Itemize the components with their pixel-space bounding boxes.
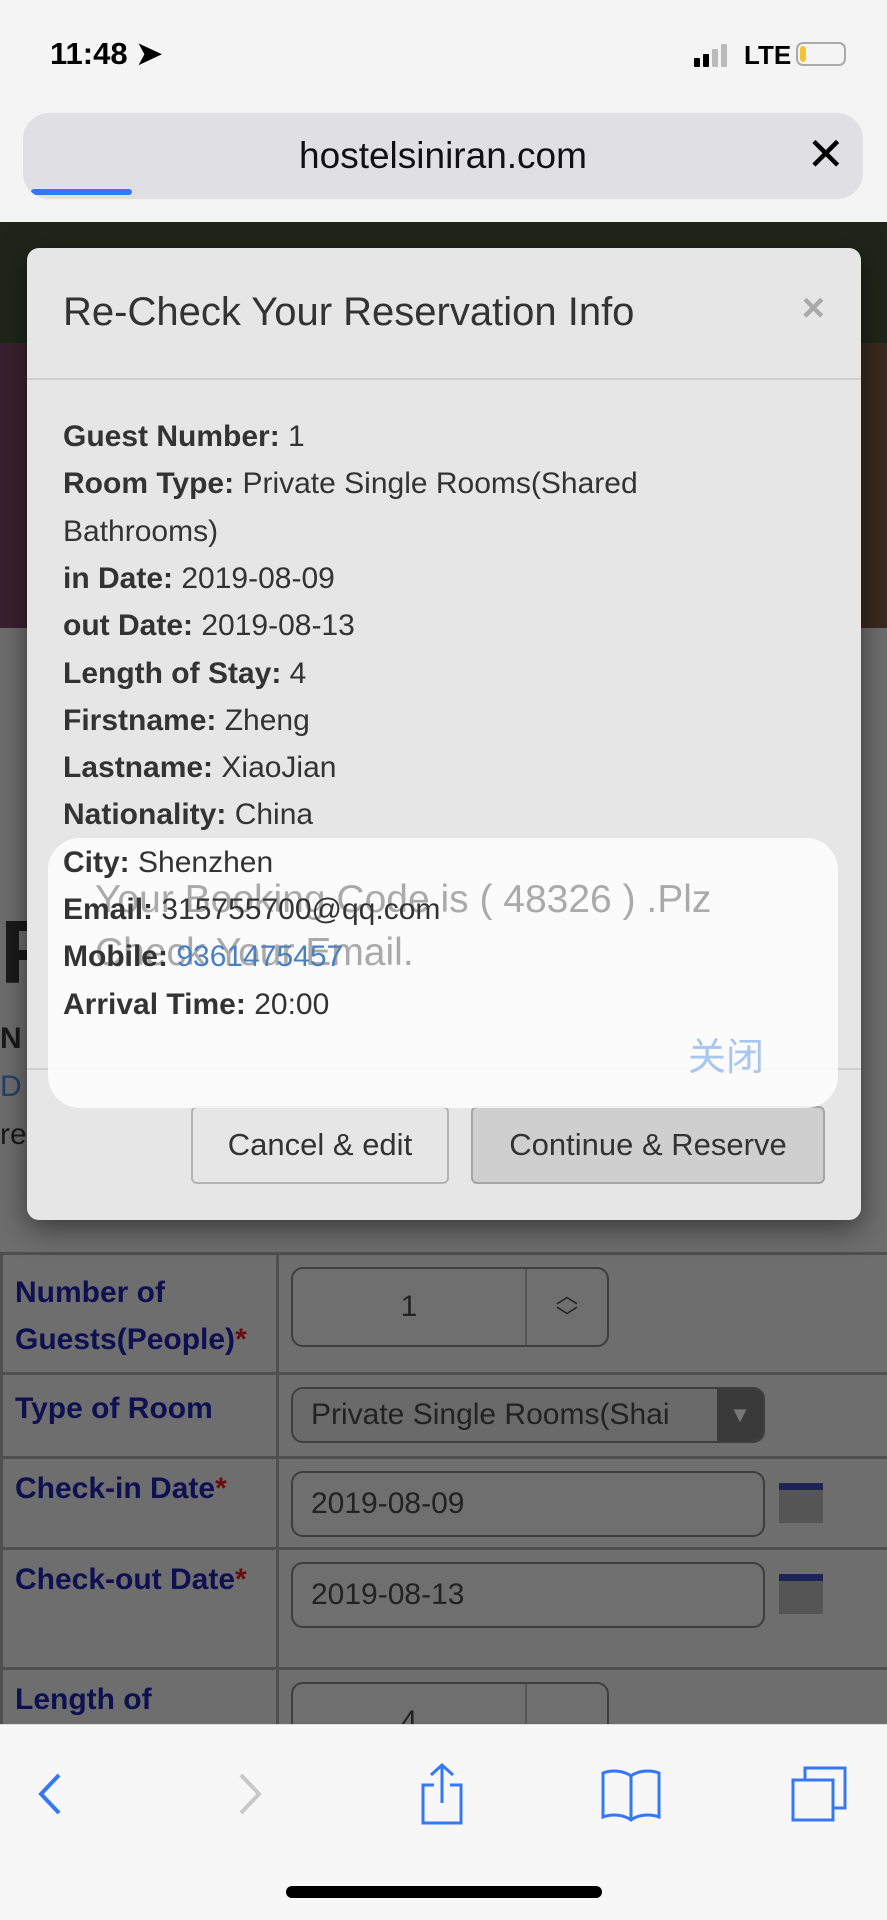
room-select-value: Private Single Rooms(Shai bbox=[311, 1398, 670, 1431]
detail-label: Mobile: bbox=[63, 940, 168, 974]
forward-icon[interactable] bbox=[214, 1759, 284, 1829]
stepper-arrows-icon[interactable]: ︿ ﹀ bbox=[525, 1269, 607, 1345]
detail-value: Private Single Rooms(Shared bbox=[242, 467, 638, 501]
close-icon[interactable]: × bbox=[802, 286, 825, 331]
dropdown-arrow-icon[interactable]: ▼ bbox=[717, 1389, 763, 1441]
detail-value: China bbox=[234, 798, 314, 832]
detail-value: 1 bbox=[288, 420, 305, 453]
detail-label: Lastname: bbox=[63, 751, 214, 785]
detail-row: in Date: 2019-08-09 bbox=[63, 562, 335, 596]
required-mark: * bbox=[235, 1563, 247, 1596]
length-label: Length of bbox=[15, 1683, 152, 1716]
detail-row: Length of Stay: 4 bbox=[63, 657, 306, 691]
form-row-length: Length of 4 bbox=[0, 1667, 887, 1724]
cancel-edit-button[interactable]: Cancel & edit bbox=[191, 1106, 449, 1184]
status-time: 11:48 ➤ bbox=[50, 36, 162, 72]
page-link-fragment: D bbox=[0, 1070, 22, 1103]
battery-icon bbox=[796, 42, 846, 66]
divider bbox=[27, 378, 861, 380]
page-text-fragment: re bbox=[0, 1118, 27, 1151]
required-mark: * bbox=[215, 1472, 227, 1505]
detail-row: Room Type: Private Single Rooms(Shared bbox=[63, 467, 638, 501]
room-label: Type of Room bbox=[15, 1392, 213, 1425]
back-icon[interactable] bbox=[16, 1759, 86, 1829]
detail-value: Zheng bbox=[224, 703, 310, 737]
detail-row: Email: 315755700@qq.com bbox=[63, 893, 440, 927]
form-row-checkin: Check-in Date* 2019-08-09 bbox=[0, 1456, 887, 1547]
share-icon[interactable] bbox=[407, 1759, 477, 1829]
detail-label: Room Type: bbox=[63, 467, 235, 501]
detail-label: out Date: bbox=[63, 609, 193, 643]
detail-row: Arrival Time: 20:00 bbox=[63, 988, 329, 1022]
load-progress-bar bbox=[31, 189, 132, 195]
detail-label: City: bbox=[63, 845, 130, 879]
detail-row: Lastname: XiaoJian bbox=[63, 751, 336, 785]
detail-value: 2019-08-13 bbox=[201, 609, 355, 643]
detail-row: Mobile: 9361475457 bbox=[63, 940, 343, 974]
checkout-input[interactable]: 2019-08-13 bbox=[291, 1562, 765, 1628]
detail-label: Arrival Time: bbox=[63, 987, 246, 1021]
continue-reserve-button[interactable]: Continue & Reserve bbox=[471, 1106, 825, 1184]
stepper-arrows-icon[interactable] bbox=[525, 1684, 607, 1724]
home-indicator bbox=[286, 1886, 602, 1898]
detail-label: Guest Number: bbox=[63, 420, 280, 453]
form-row-guests: Number of Guests(People)* 1 ︿ ﹀ bbox=[0, 1252, 887, 1372]
detail-value: Shenzhen bbox=[138, 845, 274, 879]
detail-label: Firstname: bbox=[63, 703, 217, 737]
length-value: 4 bbox=[400, 1705, 418, 1724]
length-stepper[interactable]: 4 bbox=[291, 1682, 609, 1724]
detail-label: Nationality: bbox=[63, 798, 227, 832]
detail-value: 2019-08-09 bbox=[181, 561, 335, 595]
detail-label: Email: bbox=[63, 893, 154, 926]
detail-value[interactable]: 9361475457 bbox=[176, 940, 343, 973]
url-text: hostelsiniran.com bbox=[299, 135, 587, 176]
guests-stepper[interactable]: 1 ︿ ﹀ bbox=[291, 1267, 609, 1347]
detail-value-continued: Bathrooms) bbox=[63, 514, 219, 548]
signal-icon bbox=[694, 44, 727, 67]
detail-value: 315755700@qq.com bbox=[161, 893, 441, 926]
page-text-fragment: N bbox=[0, 1022, 22, 1055]
form-row-room: Type of Room Private Single Rooms(Shai ▼ bbox=[0, 1372, 887, 1456]
modal-title: Re-Check Your Reservation Info bbox=[63, 290, 635, 334]
checkin-label: Check-in Date bbox=[15, 1472, 216, 1505]
tabs-icon[interactable] bbox=[784, 1759, 854, 1829]
checkout-label: Check-out Date bbox=[15, 1563, 236, 1596]
guests-value: 1 bbox=[400, 1290, 418, 1323]
calendar-icon[interactable] bbox=[779, 1574, 823, 1614]
detail-row: out Date: 2019-08-13 bbox=[63, 609, 355, 643]
time: 11:48 bbox=[50, 36, 128, 71]
checkin-input[interactable]: 2019-08-09 bbox=[291, 1471, 765, 1537]
form-row-checkout: Check-out Date* 2019-08-13 bbox=[0, 1547, 887, 1667]
detail-value: XiaoJian bbox=[221, 751, 337, 785]
detail-value: 4 bbox=[289, 656, 307, 690]
bookmarks-icon[interactable] bbox=[596, 1759, 666, 1829]
detail-row: City: Shenzhen bbox=[63, 846, 273, 880]
detail-row: Firstname: Zheng bbox=[63, 704, 310, 738]
room-select[interactable]: Private Single Rooms(Shai ▼ bbox=[291, 1387, 765, 1443]
detail-value: 20:00 bbox=[254, 987, 330, 1021]
calendar-icon[interactable] bbox=[779, 1483, 823, 1523]
required-mark: * bbox=[235, 1323, 247, 1356]
network-label: LTE bbox=[744, 40, 792, 70]
detail-row: Guest Number: 1 bbox=[63, 420, 305, 454]
detail-label: in Date: bbox=[63, 561, 174, 595]
location-arrow-icon: ➤ bbox=[136, 36, 163, 71]
detail-label: Length of Stay: bbox=[63, 656, 282, 690]
toast-close-button[interactable]: 关闭 bbox=[688, 1026, 764, 1081]
guests-label: Number of Guests(People) bbox=[15, 1276, 236, 1356]
detail-row: Nationality: China bbox=[63, 798, 313, 832]
address-bar[interactable]: hostelsiniran.com ✕ bbox=[23, 113, 863, 199]
stop-loading-icon[interactable]: ✕ bbox=[806, 131, 845, 177]
